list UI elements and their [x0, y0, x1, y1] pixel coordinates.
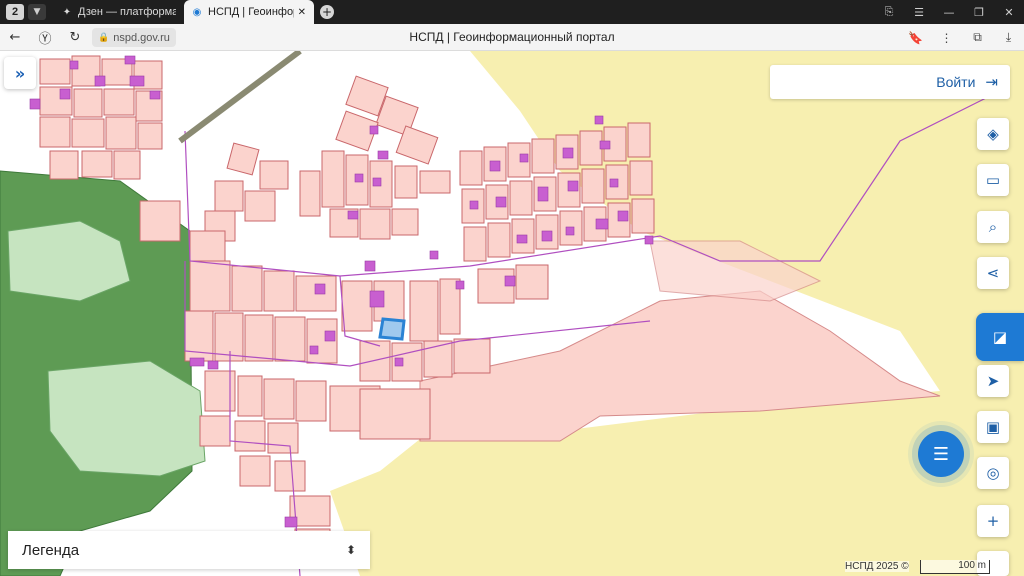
restore-icon[interactable]: ❐: [964, 0, 994, 24]
legend-label: Легенда: [22, 541, 80, 559]
layers-button[interactable]: ◈: [977, 118, 1009, 150]
locate-button[interactable]: ◎: [977, 457, 1009, 489]
menu-icon[interactable]: ☰: [904, 0, 934, 24]
tab-label: Дзен — платформа для п: [78, 6, 176, 18]
tab-nspd[interactable]: ◉ НСПД | Геоинформаці ✕: [184, 0, 314, 24]
back-icon[interactable]: ←: [0, 24, 30, 51]
minimize-icon[interactable]: —: [934, 0, 964, 24]
close-window-icon[interactable]: ✕: [994, 0, 1024, 24]
download-icon[interactable]: ⤓: [993, 30, 1024, 45]
chat-icon: ☰: [932, 443, 950, 465]
browser-tab-bar: 2 ▼ ✦ Дзен — платформа для п ◉ НСПД | Ге…: [0, 0, 1024, 24]
minimap-button[interactable]: ▣: [977, 411, 1009, 443]
login-icon: ⇥: [985, 74, 998, 91]
lock-icon: 🔒: [98, 32, 110, 42]
search-area-button[interactable]: ⌕: [977, 211, 1009, 243]
login-button[interactable]: Войти ⇥: [770, 65, 1010, 99]
navigate-icon: ➤: [986, 372, 1000, 390]
locate-icon: ◎: [986, 464, 1000, 482]
share-button[interactable]: ⋖: [977, 257, 1009, 289]
ruler-button[interactable]: ▭: [977, 164, 1009, 196]
bookmark-icon[interactable]: 🔖: [900, 31, 931, 45]
url-text: nspd.gov.ru: [113, 31, 170, 44]
new-tab-button[interactable]: +: [320, 5, 334, 19]
more-icon[interactable]: ⋮: [931, 31, 962, 45]
nspd-logo-icon: ◪: [992, 328, 1008, 346]
close-tab-icon[interactable]: ✕: [298, 7, 306, 18]
share-icon: ⋖: [986, 264, 1000, 282]
dzen-favicon-icon: ✦: [62, 6, 72, 18]
zoom-in-button[interactable]: +: [977, 505, 1009, 537]
chat-button[interactable]: ☰: [918, 431, 964, 477]
url-field[interactable]: 🔒 nspd.gov.ru: [92, 28, 176, 47]
nspd-button[interactable]: ◪: [976, 313, 1024, 361]
scale-bar: 100 m: [920, 560, 990, 574]
layers-icon: ◈: [987, 125, 999, 143]
nspd-favicon-icon: ◉: [192, 6, 202, 18]
map-canvas[interactable]: » Войти ⇥ ◈ ▭ ⌕ ⋖ ◪ ➤ ▣ ◎ + ☰ Легенда ⬍ …: [0, 51, 1024, 576]
tab-dzen[interactable]: ✦ Дзен — платформа для п: [54, 0, 184, 24]
address-bar-actions: 🔖 ⋮ ⧉ ⤓: [900, 24, 1024, 51]
reload-icon[interactable]: ↻: [60, 24, 90, 51]
tab-count-badge[interactable]: 2: [6, 4, 24, 20]
cadastral-map[interactable]: [0, 51, 1024, 576]
attribution: НСПД 2025 ©: [845, 561, 909, 572]
extensions-icon[interactable]: ⧉: [962, 30, 993, 45]
tab-list-chevron-icon[interactable]: ▼: [28, 4, 46, 20]
zoom-in-icon: +: [986, 512, 1000, 530]
minimap-icon: ▣: [985, 418, 1001, 436]
legend-panel[interactable]: Легенда ⬍: [8, 531, 370, 569]
search-area-icon: ⌕: [988, 218, 998, 236]
expand-panel-button[interactable]: »: [4, 57, 36, 89]
tab-label: НСПД | Геоинформаці: [208, 6, 294, 18]
ruler-icon: ▭: [985, 171, 1001, 189]
address-bar: ← Ⓨ ↻ 🔒 nspd.gov.ru НСПД | Геоинформацио…: [0, 24, 1024, 51]
expand-collapse-icon: ⬍: [345, 543, 356, 557]
navigate-button[interactable]: ➤: [977, 365, 1009, 397]
yandex-icon[interactable]: Ⓨ: [30, 24, 60, 51]
bookmarks-icon[interactable]: ⎘: [874, 0, 904, 24]
window-controls: ⎘ ☰ — ❐ ✕: [874, 0, 1024, 24]
login-label: Войти: [936, 74, 976, 90]
